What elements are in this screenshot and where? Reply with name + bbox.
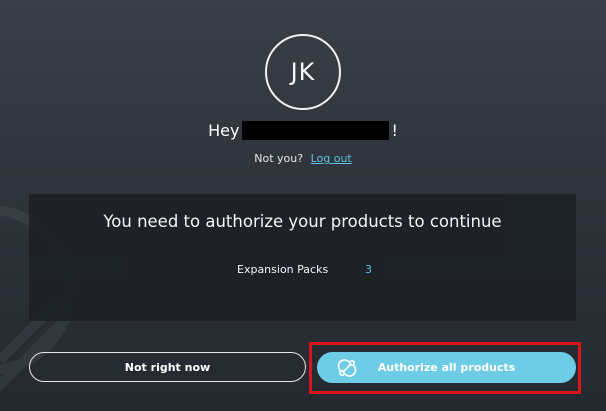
avatar-initials: JK bbox=[290, 58, 316, 86]
authorize-all-products-button[interactable]: Authorize all products bbox=[317, 352, 576, 383]
not-you-line: Not you? Log out bbox=[0, 152, 606, 165]
logout-link[interactable]: Log out bbox=[311, 152, 352, 165]
not-you-text: Not you? bbox=[254, 152, 304, 165]
not-right-now-button[interactable]: Not right now bbox=[29, 352, 306, 382]
authorization-panel: You need to authorize your products to c… bbox=[29, 194, 576, 321]
greeting-prefix: Hey bbox=[208, 121, 240, 140]
avatar: JK bbox=[265, 34, 341, 110]
authorize-link-icon bbox=[337, 359, 357, 377]
redacted-username bbox=[242, 121, 390, 140]
authorize-all-products-label: Authorize all products bbox=[377, 361, 516, 374]
panel-title: You need to authorize your products to c… bbox=[103, 212, 502, 231]
expansion-packs-label: Expansion Packs bbox=[237, 263, 329, 276]
greeting: Hey ! bbox=[0, 121, 606, 140]
greeting-suffix: ! bbox=[391, 121, 398, 140]
not-right-now-label: Not right now bbox=[124, 360, 211, 374]
expansion-packs-count: 3 bbox=[365, 263, 372, 276]
